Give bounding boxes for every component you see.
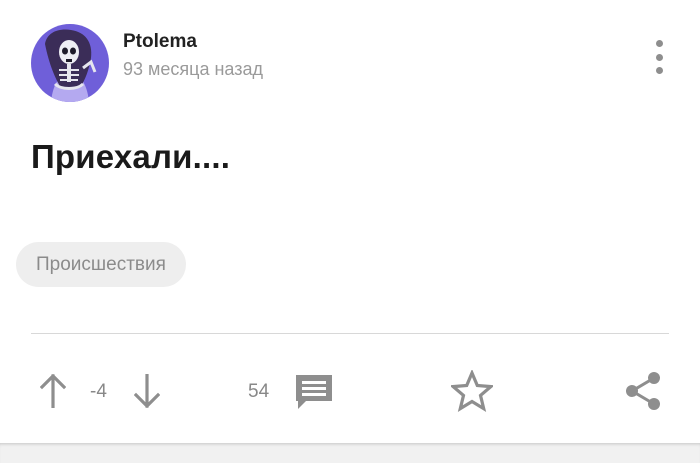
post-card: Ptolema 93 месяца назад Приехали.... Про… — [0, 0, 700, 463]
comment-icon — [296, 375, 332, 409]
arrow-down-icon — [134, 374, 160, 408]
arrow-up-icon — [40, 374, 66, 408]
more-options-button[interactable] — [645, 40, 673, 74]
skeleton-avatar-icon — [31, 24, 109, 102]
post-timestamp: 93 месяца назад — [123, 59, 263, 79]
star-icon — [451, 370, 493, 412]
tag-chip[interactable]: Происшествия — [16, 242, 186, 287]
author-name[interactable]: Ptolema — [123, 31, 197, 53]
downvote-button[interactable] — [132, 372, 162, 410]
action-bar: -4 54 — [0, 360, 700, 422]
more-vertical-icon-dot — [655, 67, 663, 74]
more-vertical-icon — [655, 40, 663, 47]
post-title[interactable]: Приехали.... — [31, 138, 230, 176]
share-icon — [626, 372, 660, 410]
comments-count: 54 — [248, 381, 270, 402]
rating-count: -4 — [90, 381, 107, 402]
card-bottom-edge — [0, 443, 700, 463]
author-avatar[interactable] — [31, 24, 109, 102]
divider — [31, 333, 669, 334]
more-vertical-icon-dot — [655, 53, 663, 61]
upvote-button[interactable] — [38, 372, 68, 410]
comments-button[interactable] — [292, 370, 336, 414]
favorite-button[interactable] — [450, 369, 494, 413]
share-button[interactable] — [622, 370, 664, 412]
